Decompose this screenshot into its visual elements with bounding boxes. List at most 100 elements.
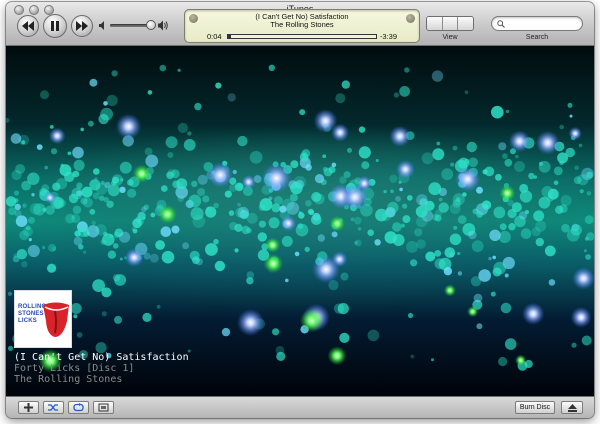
view-coverflow-button[interactable]: [458, 17, 473, 30]
view-list-button[interactable]: [427, 17, 443, 30]
particle: [400, 223, 405, 228]
particle: [81, 186, 93, 198]
particle: [307, 208, 314, 215]
next-track-icon: [76, 21, 88, 31]
volume-slider-knob[interactable]: [146, 20, 156, 30]
particle: [48, 243, 57, 252]
burn-disc-button[interactable]: Burn Disc: [515, 401, 555, 414]
particle: [313, 193, 325, 205]
particle: [279, 205, 287, 213]
particle: [341, 80, 350, 89]
particle: [490, 291, 496, 297]
particle: [415, 205, 428, 218]
particle: [414, 228, 423, 237]
particle: [457, 251, 461, 256]
particle: [331, 162, 337, 168]
particle: [27, 172, 40, 185]
back-icon[interactable]: [406, 14, 415, 23]
particle: [504, 158, 513, 167]
view-grid-button[interactable]: [442, 17, 459, 30]
particle: [214, 260, 226, 272]
repeat-button[interactable]: [68, 401, 89, 414]
particle: [167, 169, 176, 178]
particle: [443, 267, 453, 276]
particle: [92, 279, 105, 292]
particle: [390, 189, 394, 194]
next-track-button[interactable]: [71, 15, 93, 37]
particle: [73, 314, 78, 319]
particle: [13, 253, 18, 258]
album-artwork[interactable]: ROLLING STONES LICKS: [14, 290, 72, 348]
play-pause-button[interactable]: [43, 14, 67, 38]
particle: [7, 291, 13, 296]
particle: [507, 208, 517, 219]
star-particle: [395, 159, 415, 179]
particle: [106, 94, 118, 107]
particle: [268, 217, 280, 229]
particle: [294, 251, 300, 257]
search-icon: [497, 20, 505, 28]
previous-track-button[interactable]: [17, 15, 39, 37]
particle: [323, 167, 333, 177]
particle: [50, 148, 58, 155]
particle: [21, 261, 28, 268]
particle: [581, 335, 592, 346]
particle: [127, 188, 137, 198]
star-particle: [115, 113, 142, 140]
particle: [205, 243, 218, 256]
particle: [584, 215, 594, 225]
shuffle-button[interactable]: [43, 401, 64, 414]
particle: [478, 269, 492, 282]
particle: [86, 225, 100, 238]
particle: [514, 161, 525, 172]
particle: [80, 127, 84, 132]
sparkle-particle: [263, 253, 284, 274]
progress-bar[interactable]: [227, 34, 377, 39]
star-particle: [124, 248, 144, 267]
particle: [406, 241, 418, 253]
add-playlist-button[interactable]: [18, 401, 39, 414]
particle: [177, 68, 181, 72]
particle: [257, 232, 267, 242]
particle: [194, 102, 202, 111]
particle: [498, 356, 508, 367]
particle: [7, 345, 14, 351]
sparkle-particle: [467, 306, 479, 318]
particle: [392, 222, 402, 232]
star-particle: [261, 163, 292, 194]
visualizer[interactable]: ROLLING STONES LICKS (I Can't Get No) Sa…: [6, 46, 594, 396]
particle: [191, 180, 198, 188]
particle: [585, 254, 591, 260]
search-input[interactable]: [508, 18, 578, 29]
particle: [305, 200, 312, 207]
particle: [241, 225, 250, 235]
particle: [347, 147, 352, 153]
particle: [10, 133, 22, 144]
particle: [232, 169, 237, 175]
particle: [520, 228, 532, 239]
now-playing-text: (I Can't Get No) Satisfaction Forty Lick…: [14, 352, 314, 385]
search-field[interactable]: [491, 16, 583, 31]
particle: [428, 182, 442, 196]
progress-fill: [228, 35, 231, 38]
particle: [441, 168, 454, 181]
particle: [15, 164, 26, 174]
particle: [560, 195, 572, 206]
artist-name: The Rolling Stones: [14, 374, 123, 385]
particle: [504, 338, 517, 350]
particle: [455, 197, 461, 202]
particle: [197, 174, 208, 185]
rolling-stones-tongue-logo: [43, 302, 69, 337]
particle: [398, 180, 402, 184]
particle: [343, 171, 351, 179]
particle: [205, 206, 217, 218]
particle: [317, 234, 325, 242]
eject-icon: [567, 403, 577, 412]
eject-button[interactable]: [561, 401, 583, 414]
particle: [481, 200, 492, 210]
particle: [83, 250, 87, 254]
show-artwork-button[interactable]: [93, 401, 114, 414]
remaining-time[interactable]: -3:39: [380, 32, 397, 41]
particle: [119, 186, 126, 193]
particle: [489, 229, 501, 241]
